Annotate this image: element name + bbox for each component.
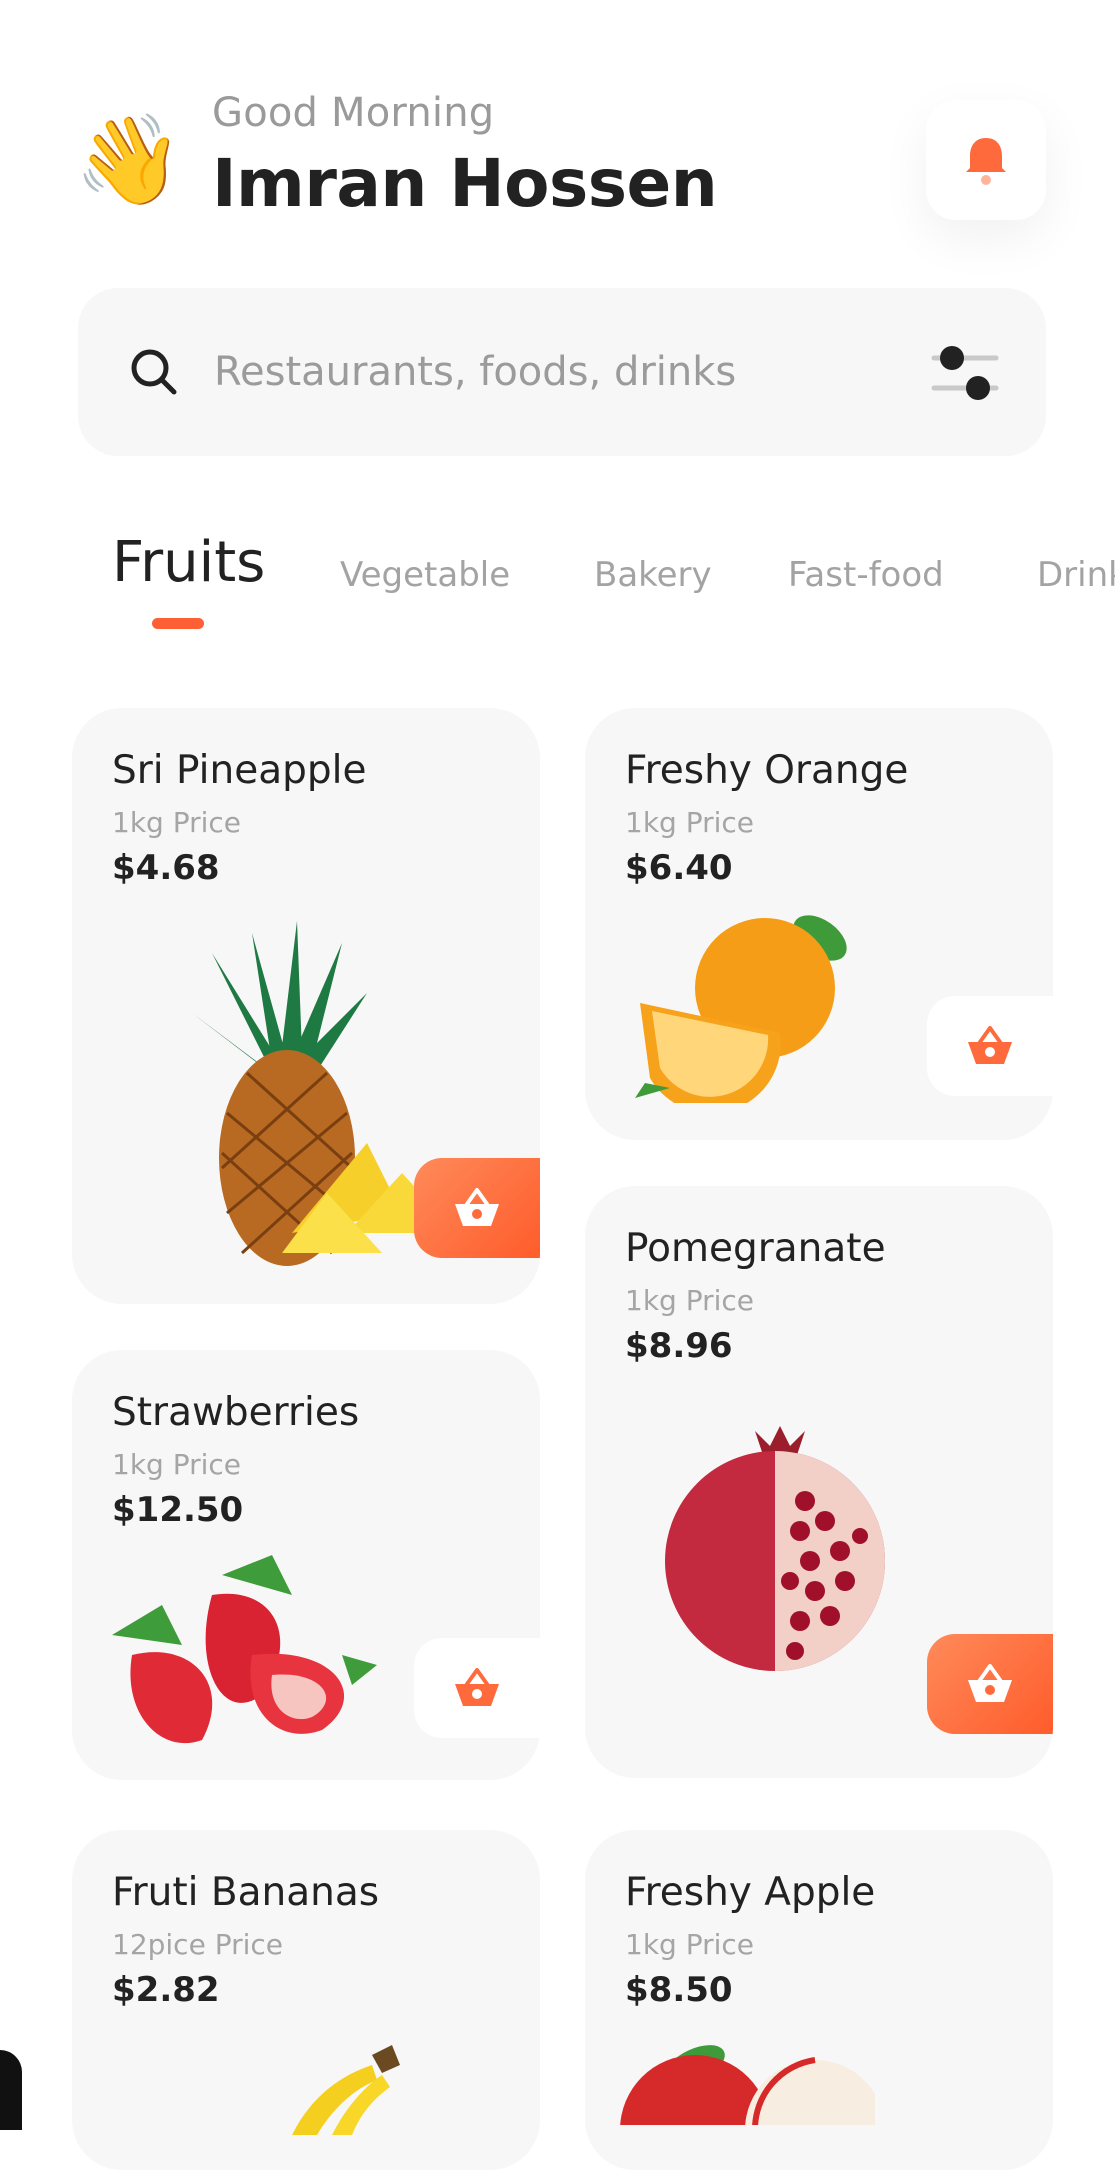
product-unit: 1kg Price: [112, 806, 242, 839]
active-tab-indicator: [152, 618, 204, 629]
orange-image: [635, 915, 847, 1103]
greeting-text: Good Morning: [212, 90, 495, 136]
basket-icon: [455, 1668, 499, 1706]
product-price: $12.50: [112, 1490, 244, 1530]
user-name: Imran Hossen: [212, 145, 718, 222]
waving-hand-icon: 👋: [74, 108, 184, 211]
basket-icon: [968, 1026, 1012, 1064]
device-frame-corner: [0, 2050, 22, 2130]
product-price: $8.50: [625, 1970, 733, 2010]
product-card[interactable]: Freshy Apple 1kg Price $8.50: [585, 1830, 1053, 2170]
add-to-cart-button[interactable]: [414, 1158, 540, 1258]
product-price: $8.96: [625, 1326, 733, 1366]
product-unit: 1kg Price: [625, 1284, 755, 1317]
product-name: Sri Pineapple: [112, 748, 367, 793]
bananas-image: [292, 2045, 400, 2135]
tab-bakery[interactable]: Bakery: [594, 555, 712, 595]
product-unit: 1kg Price: [625, 1928, 755, 1961]
search-icon[interactable]: [128, 346, 180, 398]
pomegranate-image: [665, 1426, 885, 1671]
add-to-cart-button[interactable]: [927, 1634, 1053, 1734]
search-input[interactable]: [214, 336, 894, 408]
basket-icon: [968, 1664, 1012, 1702]
tab-fast-food[interactable]: Fast-food: [788, 555, 944, 595]
product-card[interactable]: Sri Pineapple 1kg Price $4.68: [72, 708, 540, 1304]
product-name: Pomegranate: [625, 1226, 886, 1271]
strawberries-image: [112, 1555, 377, 1744]
tab-drink[interactable]: Drink: [1037, 555, 1115, 595]
add-to-cart-button[interactable]: [927, 996, 1053, 1096]
product-unit: 1kg Price: [625, 806, 755, 839]
product-card[interactable]: Strawberries 1kg Price $12.50: [72, 1350, 540, 1780]
product-name: Fruti Bananas: [112, 1870, 380, 1915]
add-to-cart-button[interactable]: [414, 1638, 540, 1738]
product-card[interactable]: Freshy Orange 1kg Price $6.40: [585, 708, 1053, 1140]
tab-vegetable[interactable]: Vegetable: [340, 555, 510, 595]
product-price: $4.68: [112, 848, 220, 888]
basket-icon: [455, 1188, 499, 1226]
product-card[interactable]: Pomegranate 1kg Price $8.96: [585, 1186, 1053, 1778]
product-unit: 1kg Price: [112, 1448, 242, 1481]
bell-icon: [966, 138, 1006, 185]
product-price: $6.40: [625, 848, 733, 888]
tab-fruits[interactable]: Fruits: [112, 530, 265, 595]
product-card[interactable]: Fruti Bananas 12pice Price $2.82: [72, 1830, 540, 2170]
apple-image: [620, 2045, 875, 2125]
filter-sliders-icon[interactable]: [930, 340, 1000, 406]
product-name: Freshy Orange: [625, 748, 909, 793]
product-name: Freshy Apple: [625, 1870, 876, 1915]
product-price: $2.82: [112, 1970, 220, 2010]
product-name: Strawberries: [112, 1390, 360, 1435]
notifications-button[interactable]: [926, 100, 1046, 220]
product-unit: 12pice Price: [112, 1928, 284, 1961]
